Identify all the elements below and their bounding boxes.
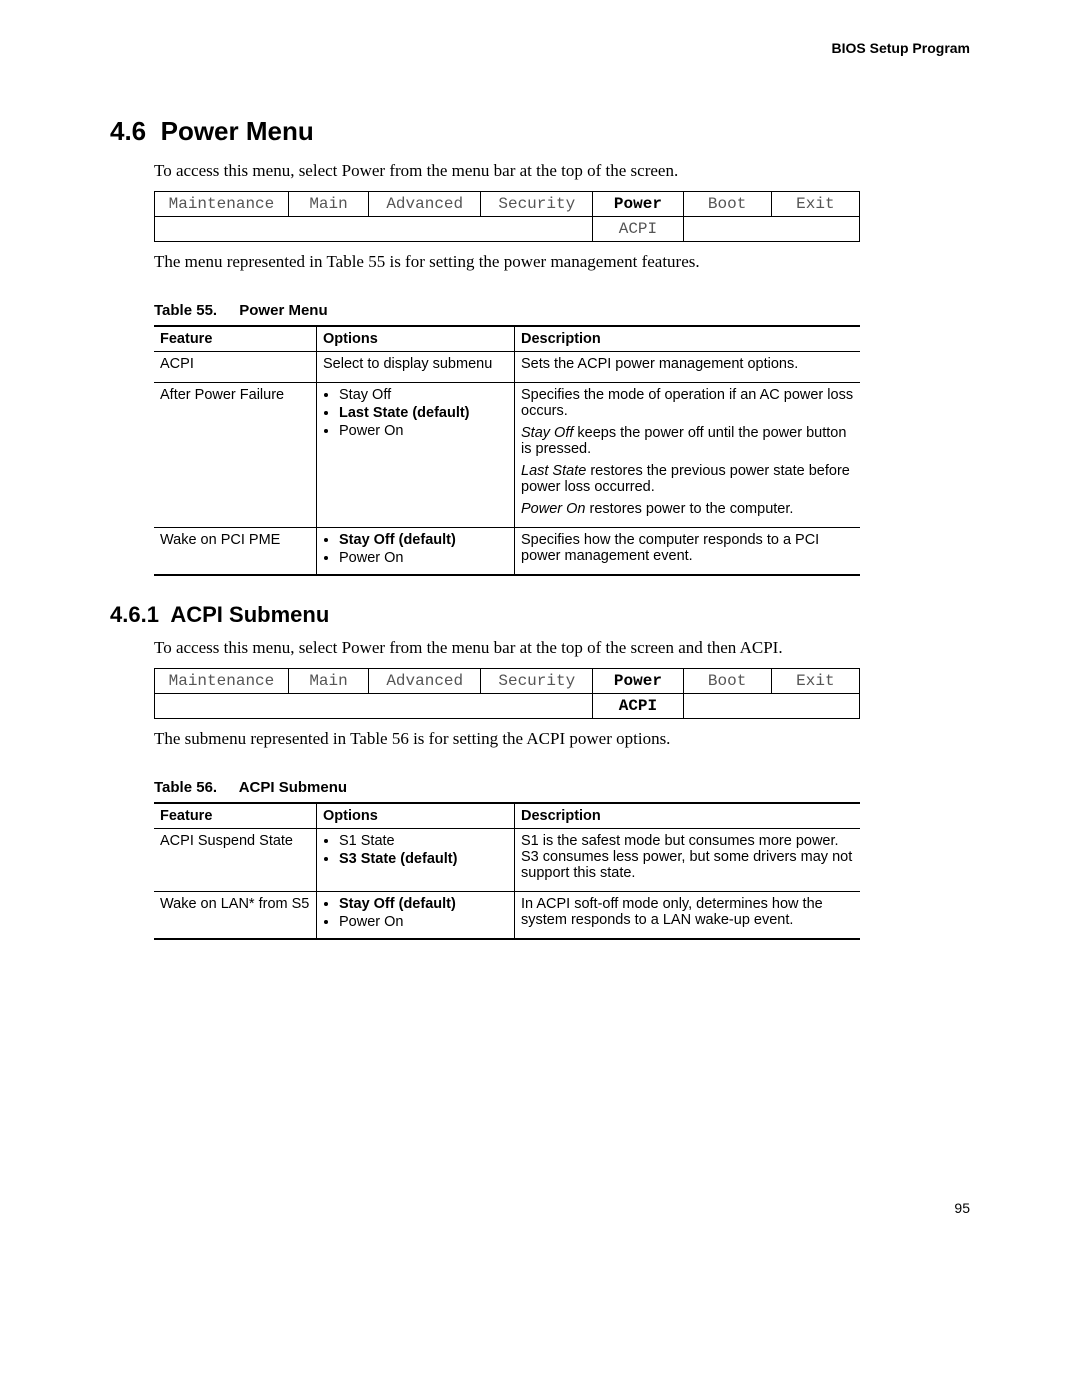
table-55-caption: Table 55. Power Menu [154, 302, 970, 319]
table-header: Feature [154, 803, 317, 829]
menubar-empty [369, 217, 481, 242]
cell-options: Stay Off (default) Power On [317, 528, 515, 576]
desc-line: Stay Off keeps the power off until the p… [521, 425, 854, 457]
cell-options: Stay Off (default) Power On [317, 892, 515, 940]
desc-line: Specifies how the computer responds to a… [521, 532, 854, 564]
desc-line: Sets the ACPI power management options. [521, 356, 854, 372]
menubar-item: Boot [683, 669, 771, 694]
desc-line: Specifies the mode of operation if an AC… [521, 387, 854, 419]
cell-description: Specifies the mode of operation if an AC… [515, 383, 861, 528]
menubar-item: Main [288, 669, 368, 694]
subsection-intro: To access this menu, select Power from t… [154, 638, 970, 658]
menubar-item: Power [593, 669, 683, 694]
menubar-subitem: ACPI [593, 217, 683, 242]
menubar-item: Advanced [369, 192, 481, 217]
table-56-caption: Table 56. ACPI Submenu [154, 779, 970, 796]
option-item: Stay Off (default) [339, 532, 508, 548]
bios-menubar-2: MaintenanceMainAdvancedSecurityPowerBoot… [154, 668, 860, 719]
cell-options: Select to display submenu [317, 352, 515, 383]
table-header: Options [317, 326, 515, 352]
caption-title: Power Menu [239, 302, 327, 319]
menubar-item: Security [481, 192, 593, 217]
subsection-heading: 4.6.1 ACPI Submenu [110, 602, 970, 628]
table-header: Description [515, 803, 861, 829]
cell-options: S1 State S3 State (default) [317, 829, 515, 892]
cell-description: In ACPI soft-off mode only, determines h… [515, 892, 861, 940]
option-item: S3 State (default) [339, 851, 508, 867]
menubar-item: Boot [683, 192, 771, 217]
menubar-empty [288, 694, 368, 719]
desc-line: Power On restores power to the computer. [521, 501, 854, 517]
menubar-item: Maintenance [155, 192, 289, 217]
menubar-item: Advanced [369, 669, 481, 694]
menubar-empty [155, 694, 289, 719]
menubar-empty [771, 217, 859, 242]
caption-number: Table 55. [154, 302, 217, 319]
subsection-aftermenu: The submenu represented in Table 56 is f… [154, 729, 970, 749]
running-header: BIOS Setup Program [110, 40, 970, 56]
option-item: Power On [339, 914, 508, 930]
cell-description: Sets the ACPI power management options. [515, 352, 861, 383]
cell-feature: Wake on LAN* from S5 [154, 892, 317, 940]
cell-description: Specifies how the computer responds to a… [515, 528, 861, 576]
menubar-empty [481, 217, 593, 242]
option-item: S1 State [339, 833, 508, 849]
option-item: Stay Off [339, 387, 508, 403]
section-intro: To access this menu, select Power from t… [154, 161, 970, 181]
menubar-item: Main [288, 192, 368, 217]
menubar-subitem: ACPI [593, 694, 683, 719]
caption-title: ACPI Submenu [239, 779, 347, 796]
desc-line: Last State restores the previous power s… [521, 463, 854, 495]
desc-line: In ACPI soft-off mode only, determines h… [521, 896, 854, 928]
bios-menubar-1: MaintenanceMainAdvancedSecurityPowerBoot… [154, 191, 860, 242]
cell-feature: After Power Failure [154, 383, 317, 528]
desc-line: S1 is the safest mode but consumes more … [521, 833, 854, 881]
option-item: Stay Off (default) [339, 896, 508, 912]
menubar-empty [683, 694, 771, 719]
menubar-empty [155, 217, 289, 242]
menubar-item: Security [481, 669, 593, 694]
section-heading: 4.6 Power Menu [110, 116, 970, 147]
menubar-item: Exit [771, 192, 859, 217]
cell-options: Stay Off Last State (default) Power On [317, 383, 515, 528]
menubar-empty [369, 694, 481, 719]
cell-feature: Wake on PCI PME [154, 528, 317, 576]
cell-feature: ACPI [154, 352, 317, 383]
menubar-item: Power [593, 192, 683, 217]
table-55: FeatureOptionsDescription ACPISelect to d… [154, 325, 860, 576]
table-header: Feature [154, 326, 317, 352]
option-item: Power On [339, 550, 508, 566]
table-header: Options [317, 803, 515, 829]
section-aftermenu: The menu represented in Table 55 is for … [154, 252, 970, 272]
cell-description: S1 is the safest mode but consumes more … [515, 829, 861, 892]
page-number: 95 [110, 1200, 970, 1216]
caption-number: Table 56. [154, 779, 217, 796]
option-item: Power On [339, 423, 508, 439]
table-header: Description [515, 326, 861, 352]
menubar-empty [683, 217, 771, 242]
subsection-title: ACPI Submenu [170, 602, 329, 627]
menubar-empty [481, 694, 593, 719]
option-item: Last State (default) [339, 405, 508, 421]
subsection-number: 4.6.1 [110, 602, 159, 627]
cell-feature: ACPI Suspend State [154, 829, 317, 892]
table-56: FeatureOptionsDescription ACPI Suspend St… [154, 802, 860, 940]
section-number: 4.6 [110, 116, 146, 146]
menubar-item: Exit [771, 669, 859, 694]
section-title: Power Menu [161, 116, 314, 146]
menubar-empty [288, 217, 368, 242]
menubar-item: Maintenance [155, 669, 289, 694]
menubar-empty [771, 694, 859, 719]
